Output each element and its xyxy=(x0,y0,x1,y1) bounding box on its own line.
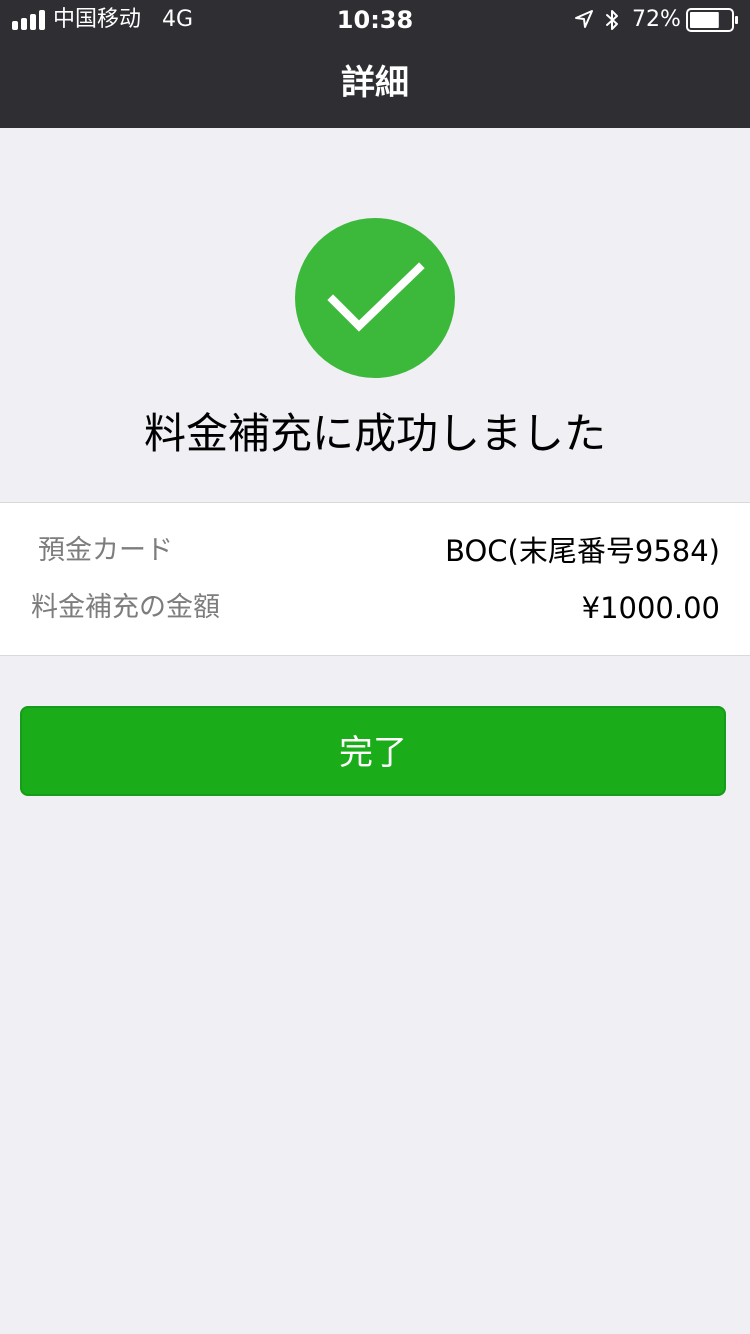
location-arrow-icon xyxy=(575,10,593,28)
page-title: 詳細 xyxy=(341,63,409,103)
detail-card: 預金カード BOC(末尾番号9584) 料金補充の金額 ¥1000.00 xyxy=(0,502,750,656)
battery-icon xyxy=(686,8,738,32)
bank-card-label: 預金カード xyxy=(38,535,173,566)
done-button[interactable]: 完了 xyxy=(20,706,726,796)
topup-amount-value: ¥1000.00 xyxy=(581,591,720,625)
top-bar: 中国移动 4G 10:38 72% 詳細 xyxy=(0,0,750,128)
success-message: 料金補充に成功しました xyxy=(143,409,606,458)
bank-card-value: BOC(末尾番号9584) xyxy=(445,534,720,568)
success-checkmark-icon xyxy=(295,218,455,378)
topup-amount-label: 料金補充の金額 xyxy=(31,592,220,623)
battery-percent: 72% xyxy=(632,7,681,32)
status-bar: 中国移动 4G 10:38 72% xyxy=(0,0,750,40)
bluetooth-icon xyxy=(606,10,618,30)
